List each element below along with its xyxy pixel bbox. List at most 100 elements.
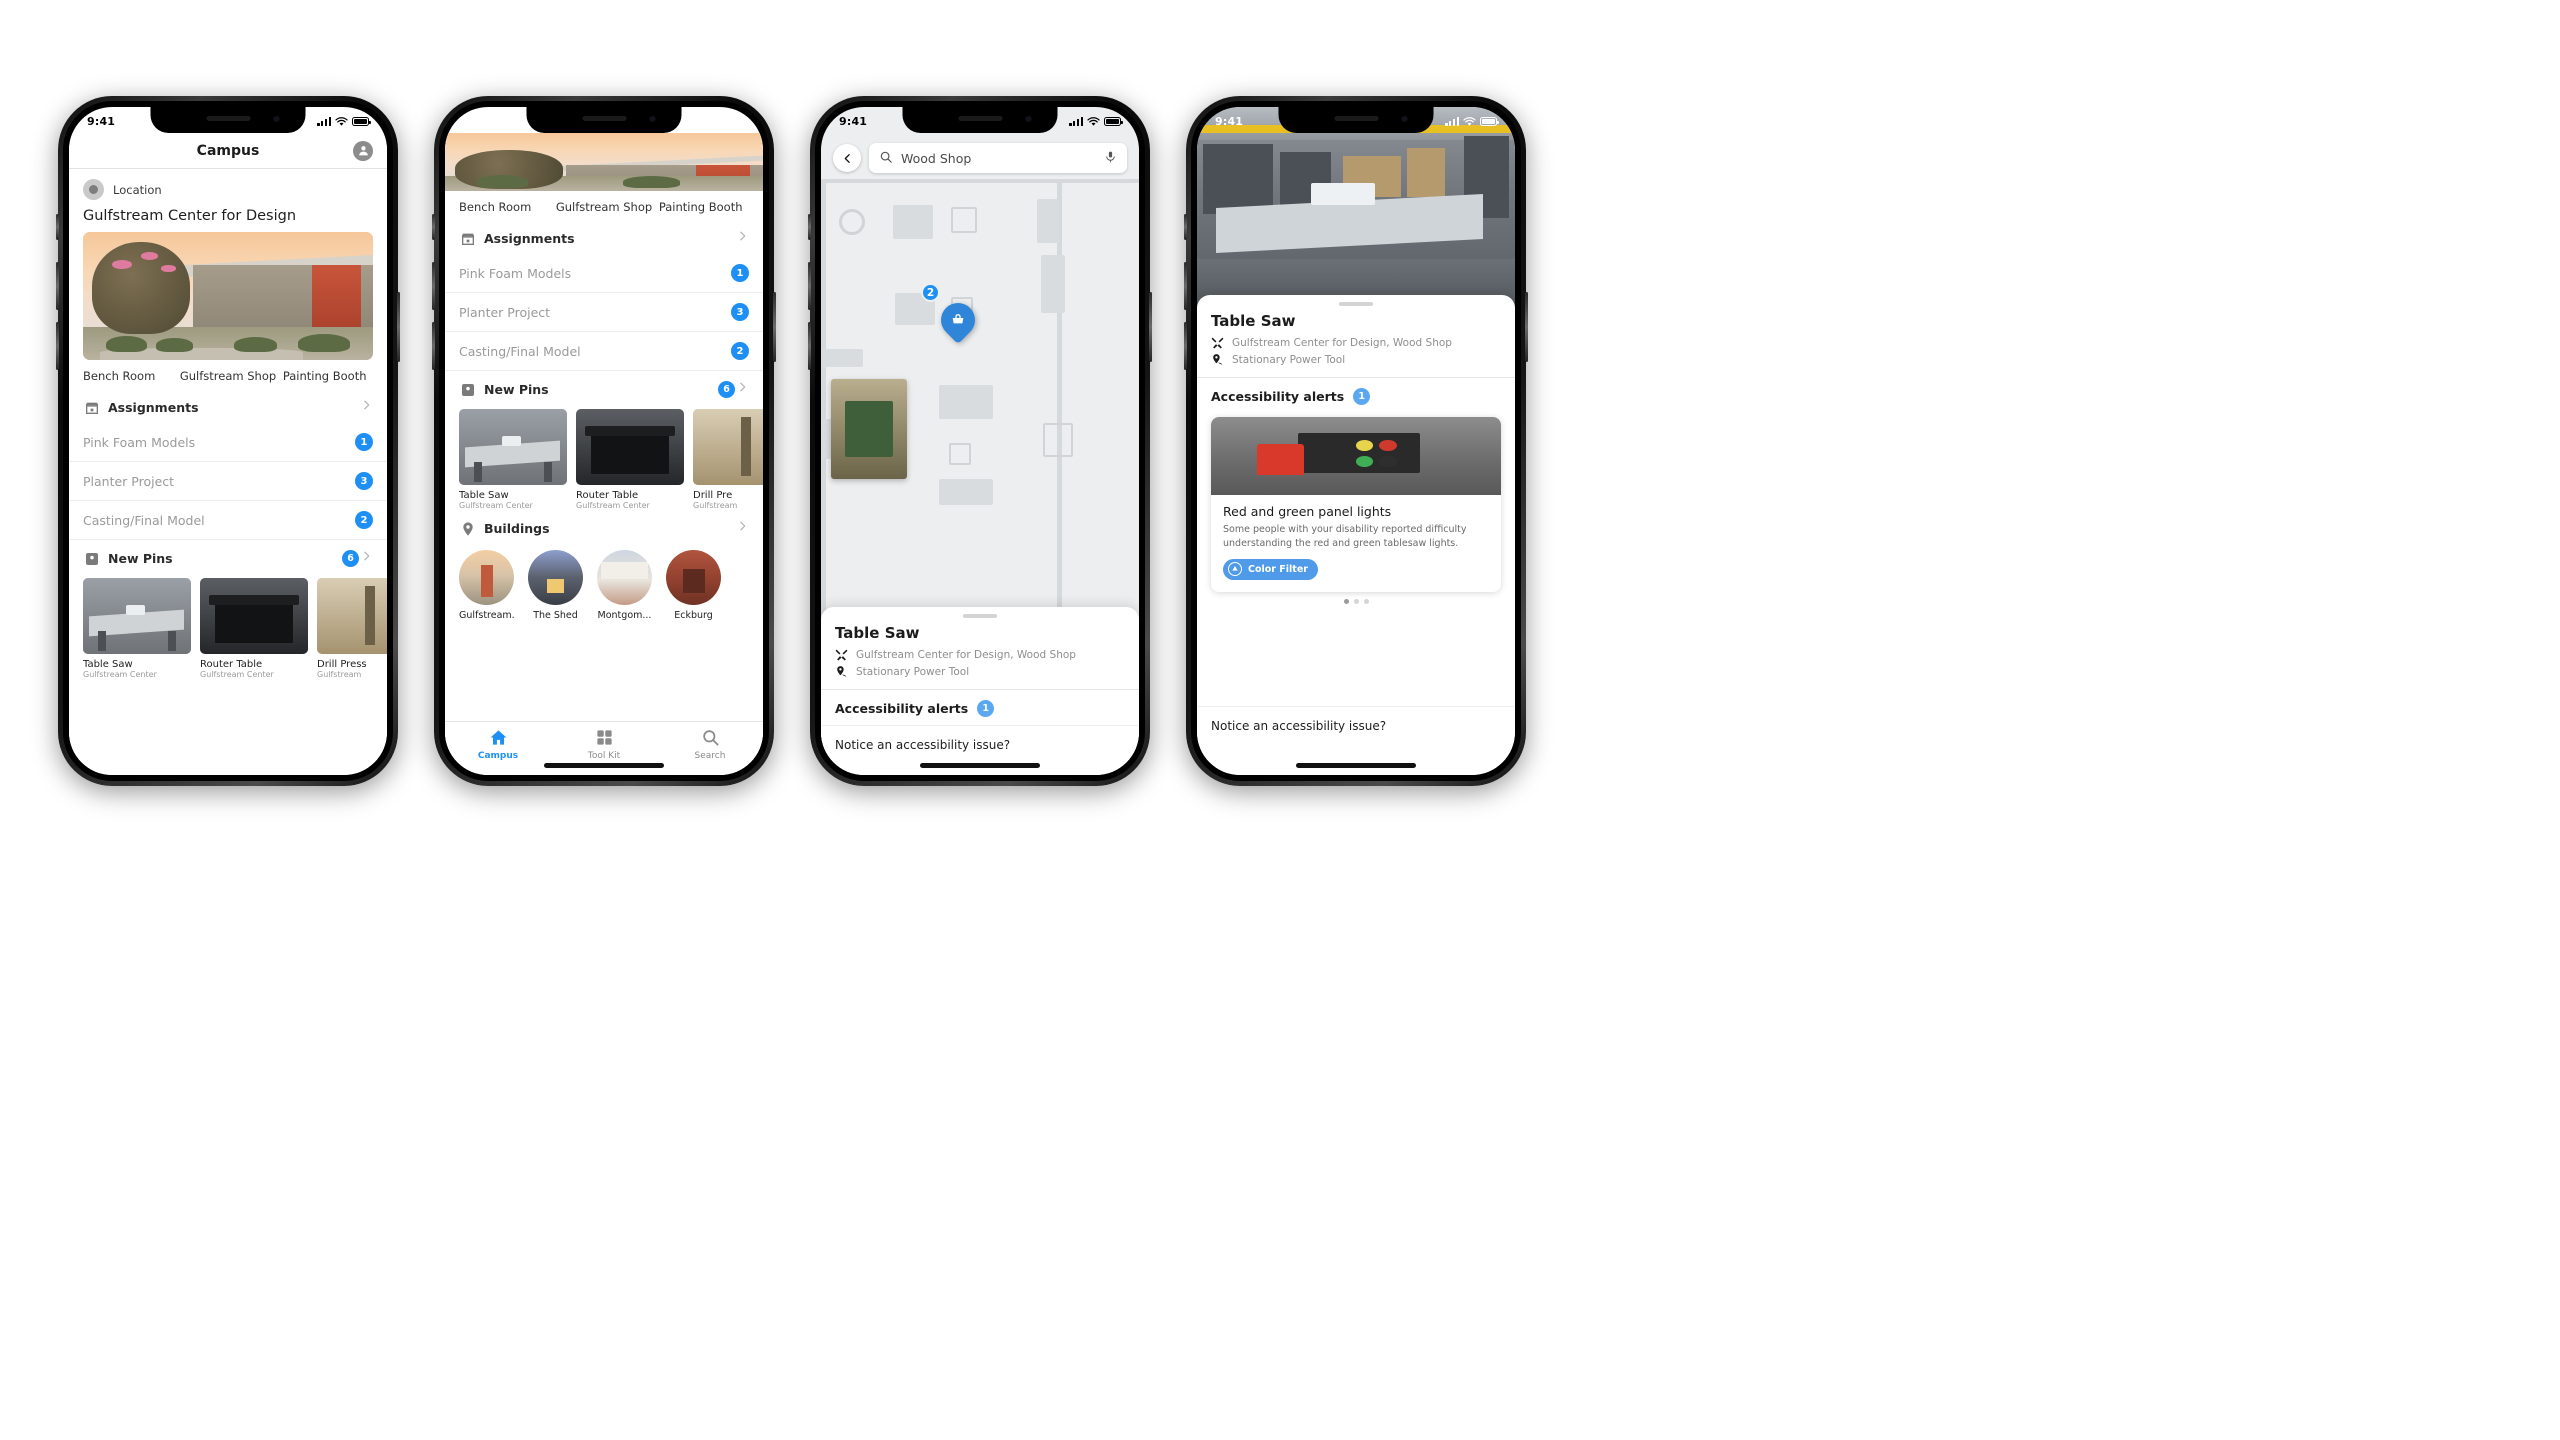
assignment-row[interactable]: Casting/Final Model 2 — [69, 501, 387, 540]
pager-dot[interactable] — [1353, 598, 1359, 604]
chip-1[interactable]: Gulfstream Shop — [556, 200, 653, 214]
volume-down-button[interactable] — [432, 322, 435, 370]
accessibility-alerts-header[interactable]: Accessibility alerts 1 — [1197, 378, 1515, 413]
detail-title: Table Saw — [835, 624, 920, 642]
tab-campus[interactable]: Campus — [445, 722, 551, 775]
battery-icon — [1104, 117, 1123, 126]
room-chips[interactable]: Bench Room Gulfstream Shop Painting Boot… — [69, 360, 387, 389]
assignment-row[interactable]: Pink Foam Models 1 — [445, 254, 763, 293]
power-button[interactable] — [1149, 292, 1152, 362]
pager-dot[interactable] — [1343, 598, 1349, 604]
map-pin-count-badge: 2 — [921, 283, 940, 302]
tool-pin-icon[interactable] — [933, 295, 983, 345]
power-button[interactable] — [1525, 292, 1528, 362]
building-card[interactable]: Gulfstream... — [459, 550, 514, 621]
detail-title: Table Saw — [1211, 312, 1296, 330]
assignment-row[interactable]: Planter Project 3 — [445, 293, 763, 332]
back-button[interactable] — [833, 144, 861, 172]
chevron-right-icon[interactable] — [360, 548, 373, 567]
volume-down-button[interactable] — [808, 322, 811, 370]
alert-title: Red and green panel lights — [1223, 504, 1392, 519]
new-pins-section-header[interactable]: New Pins 6 — [445, 371, 763, 405]
tab-search[interactable]: Search — [657, 722, 763, 775]
new-pins-carousel[interactable]: Table Saw Gulfstream Center Router Table… — [445, 405, 763, 510]
chevron-right-icon[interactable] — [736, 379, 749, 398]
notice-issue-link[interactable]: Notice an accessibility issue? — [1197, 706, 1515, 745]
home-indicator[interactable] — [920, 763, 1040, 768]
mute-switch[interactable] — [56, 214, 59, 240]
home-indicator[interactable] — [1296, 763, 1416, 768]
detail-hero-photo[interactable] — [1197, 107, 1515, 312]
notice-issue-link[interactable]: Notice an accessibility issue? — [821, 725, 1139, 764]
home-indicator[interactable] — [544, 763, 664, 768]
building-card[interactable]: The Shed — [528, 550, 583, 621]
pin-card[interactable]: Router Table Gulfstream Center — [576, 409, 684, 510]
account-avatar-icon[interactable] — [353, 140, 373, 161]
sheet-grabber[interactable] — [963, 614, 997, 618]
building-card[interactable]: Eckburg — [666, 550, 721, 621]
building-card[interactable]: Montgom... — [597, 550, 652, 621]
volume-up-button[interactable] — [1184, 262, 1187, 310]
search-input[interactable]: Wood Shop — [869, 143, 1127, 173]
chip-0[interactable]: Bench Room — [459, 200, 556, 214]
chevron-right-icon[interactable] — [360, 397, 373, 416]
pin-card[interactable]: Table Saw Gulfstream Center — [83, 578, 191, 679]
campus-scroll-body[interactable]: Bench Room Gulfstream Shop Painting Boot… — [445, 133, 763, 775]
detail-bottom-sheet[interactable]: Table Saw Gulfstream Center for Design, … — [821, 607, 1139, 775]
buildings-carousel[interactable]: Gulfstream... The Shed Montgom... E — [445, 544, 763, 631]
pin-card[interactable]: Drill Pre Gulfstream — [693, 409, 763, 510]
chip-2[interactable]: Painting Booth — [652, 200, 749, 214]
detail-bottom-sheet[interactable]: Table Saw Gulfstream Center for Design, … — [1197, 295, 1515, 775]
power-button[interactable] — [397, 292, 400, 362]
grid-icon — [596, 730, 612, 745]
location-hero-image-partial[interactable] — [445, 133, 763, 191]
chip-2[interactable]: Painting Booth — [276, 369, 373, 383]
room-chips[interactable]: Bench Room Gulfstream Shop Painting Boot… — [445, 191, 763, 220]
volume-down-button[interactable] — [1184, 322, 1187, 370]
alert-pager-dots[interactable] — [1197, 592, 1515, 606]
new-pins-carousel[interactable]: Table Saw Gulfstream Center Router Table… — [69, 574, 387, 679]
accessibility-alerts-header[interactable]: Accessibility alerts 1 — [821, 690, 1139, 725]
chip-0[interactable]: Bench Room — [83, 369, 180, 383]
assignment-row[interactable]: Planter Project 3 — [69, 462, 387, 501]
map-object — [1037, 199, 1059, 243]
location-hero-image[interactable] — [83, 232, 373, 360]
assignment-label: Pink Foam Models — [459, 265, 572, 281]
pin-card[interactable]: Router Table Gulfstream Center — [200, 578, 308, 679]
color-filter-button[interactable]: Color Filter — [1223, 558, 1318, 580]
power-button[interactable] — [773, 292, 776, 362]
pin-subtitle: Gulfstream — [317, 670, 362, 679]
sheet-grabber[interactable] — [1339, 302, 1373, 306]
volume-up-button[interactable] — [56, 262, 59, 310]
building-name: The Shed — [533, 610, 578, 621]
assignments-section-header[interactable]: Assignments — [69, 389, 387, 423]
pin-card[interactable]: Drill Press Gulfstream — [317, 578, 387, 679]
location-row[interactable]: Location — [69, 169, 387, 204]
assignments-section-header[interactable]: Assignments — [445, 220, 763, 254]
campus-scroll-body[interactable]: Location Gulfstream Center for Design Be… — [69, 169, 387, 775]
chip-1[interactable]: Gulfstream Shop — [180, 369, 277, 383]
volume-up-button[interactable] — [432, 262, 435, 310]
pin-card[interactable]: Table Saw Gulfstream Center — [459, 409, 567, 510]
phone-2-campus-scrolled: Bench Room Gulfstream Shop Painting Boot… — [432, 96, 776, 786]
mute-switch[interactable] — [808, 214, 811, 240]
chevron-right-icon[interactable] — [736, 518, 749, 537]
cellular-bars-icon — [317, 117, 331, 126]
pin-thumbnail — [83, 578, 191, 654]
map-preview-photo[interactable] — [831, 379, 907, 479]
volume-up-button[interactable] — [808, 262, 811, 310]
microphone-icon[interactable] — [1104, 149, 1117, 168]
map-object — [939, 479, 993, 505]
mute-switch[interactable] — [432, 214, 435, 240]
assignment-row[interactable]: Pink Foam Models 1 — [69, 423, 387, 462]
pin-caption: Table Saw — [459, 490, 509, 501]
mute-switch[interactable] — [1184, 214, 1187, 240]
accessibility-alert-card[interactable]: Red and green panel lights Some people w… — [1211, 417, 1501, 592]
pager-dot[interactable] — [1363, 598, 1369, 604]
assignment-row[interactable]: Casting/Final Model 2 — [445, 332, 763, 371]
new-pins-section-header[interactable]: New Pins 6 — [69, 540, 387, 574]
chevron-right-icon[interactable] — [736, 228, 749, 247]
buildings-section-header[interactable]: Buildings — [445, 510, 763, 544]
calendar-icon — [83, 399, 100, 416]
volume-down-button[interactable] — [56, 322, 59, 370]
